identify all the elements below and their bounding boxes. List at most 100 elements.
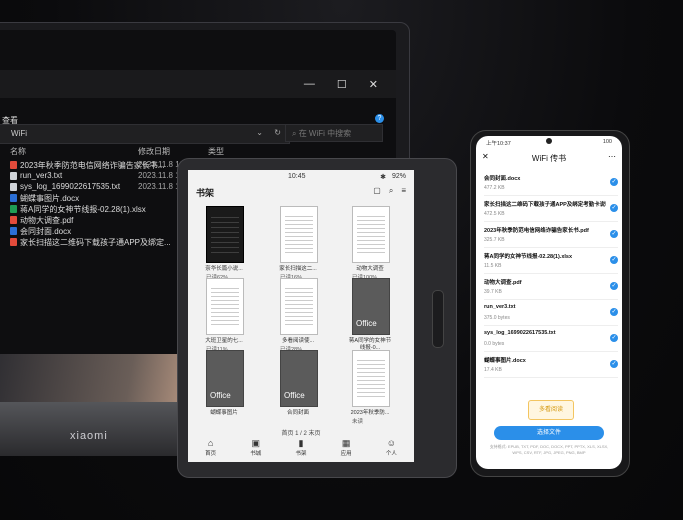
refresh-icon[interactable]: ↻: [274, 128, 281, 137]
check-icon: ✓: [610, 282, 618, 290]
window-controls: — ☐ ✕: [304, 78, 378, 91]
transfer-file-size: 477.2 KB: [484, 185, 505, 191]
nav-store[interactable]: ▣ 书城: [238, 438, 274, 462]
nav-label: 应用: [340, 451, 352, 457]
ereader-battery: 92%: [391, 173, 406, 180]
file-name: run_ver3.txt: [20, 171, 63, 180]
select-file-button[interactable]: 选择文件: [494, 426, 604, 440]
ereader-screen: 10:45 ✱ 92% 书架 ▢ ⌕ ≡ 奈华长篇小说...已读62% 家长扫描…: [188, 170, 414, 462]
book-cover: [280, 206, 318, 263]
transfer-item[interactable]: 动物大调查.pdf 39.7 KB ✓: [484, 276, 618, 300]
file-icon: [10, 161, 17, 169]
transfer-item[interactable]: 2023年秋季防范电信网络诈骗告家长书.pdf 325.7 KB ✓: [484, 224, 618, 248]
column-header-name[interactable]: 名称: [10, 146, 26, 157]
file-icon: [10, 227, 17, 235]
phone-title: WiFi 传书: [531, 154, 567, 163]
book-item[interactable]: Office 合同封面: [276, 350, 320, 440]
page-turn-button[interactable]: [432, 290, 444, 348]
camera-hole: [546, 138, 552, 144]
book-cover: [206, 278, 244, 335]
search-icon[interactable]: ⌕: [389, 186, 393, 196]
transfer-item[interactable]: 蝴蝶事图片.docx 17.4 KB ✓: [484, 354, 618, 378]
gift-icon[interactable]: ▢: [373, 186, 381, 196]
app-logo: 多看阅读: [528, 400, 574, 420]
ereader-time: 10:45: [288, 173, 306, 180]
search-placeholder: 在 WiFi 中搜索: [298, 129, 352, 138]
ereader-status-bar: 10:45 ✱ 92%: [188, 170, 414, 184]
maximize-button[interactable]: ☐: [337, 78, 347, 91]
nav-shelf[interactable]: ▮ 书架: [283, 438, 319, 462]
transfer-file-name: 会同封面.docx: [484, 176, 521, 182]
check-icon: ✓: [610, 360, 618, 368]
more-icon[interactable]: ⋯: [608, 152, 616, 161]
book-title: 蝴蝶事图片: [210, 410, 238, 416]
book-title: 奈华长篇小说...: [205, 266, 243, 272]
nav-home[interactable]: ⌂ 首页: [193, 438, 229, 462]
book-title: 大班卫星的七...: [205, 338, 243, 344]
shelf-pager[interactable]: 首页 1 / 2 末页: [188, 428, 414, 437]
transfer-item[interactable]: 家长扫描这二维码下载孩子通APP及绑定考勤卡说明... 472.5 KB ✓: [484, 198, 618, 222]
transfer-file-size: 325.7 KB: [484, 237, 505, 243]
check-icon: ✓: [610, 230, 618, 238]
shelf-toolbar: ▢ ⌕ ≡: [373, 186, 406, 196]
address-path: WiFi: [11, 129, 27, 138]
book-icon: ▮: [298, 438, 304, 448]
book-cover: Office: [206, 350, 244, 407]
transfer-file-name: 蒋A同学的女神节线报-02.28(1).xlsx: [484, 254, 573, 260]
search-icon: ⌕: [292, 129, 299, 138]
bluetooth-icon: ✱: [380, 174, 386, 181]
help-icon[interactable]: ?: [375, 114, 384, 123]
transfer-file-size: 0.0 bytes: [484, 341, 505, 347]
transfer-item[interactable]: 蒋A同学的女神节线报-02.28(1).xlsx 11.5 KB ✓: [484, 250, 618, 274]
minimize-button[interactable]: —: [304, 78, 315, 91]
home-icon: ⌂: [207, 438, 214, 448]
chevron-down-icon[interactable]: ⌄: [256, 128, 263, 137]
menu-icon[interactable]: ≡: [401, 186, 406, 196]
transfer-item[interactable]: 会同封面.docx 477.2 KB ✓: [484, 172, 618, 196]
file-icon: [10, 194, 17, 202]
transfer-item[interactable]: run_ver3.txt 375.0 bytes ✓: [484, 302, 618, 326]
book-item[interactable]: Office 蝴蝶事图片: [202, 350, 246, 440]
transfer-file-size: 17.4 KB: [484, 367, 502, 373]
book-title: 家长扫描这二...: [279, 266, 317, 272]
check-icon: ✓: [610, 308, 618, 316]
book-title: 合同封面: [286, 410, 309, 416]
book-item[interactable]: 2023年秋季防... 未读: [348, 350, 392, 440]
file-name: 蒋A同学的女神节线报-02.28(1).xlsx: [20, 205, 146, 214]
column-header-type[interactable]: 类型: [208, 146, 224, 157]
search-input[interactable]: ⌕ 在 WiFi 中搜索: [285, 124, 383, 142]
file-icon: [10, 183, 17, 191]
book-title: 多看阅读使...: [281, 338, 315, 344]
phone-time: 上午10:37: [486, 141, 511, 147]
file-icon: [10, 205, 17, 213]
nav-label: 首页: [205, 451, 217, 457]
book-cover: [352, 206, 390, 263]
phone-header: ✕ WiFi 传书 ⋯: [476, 150, 622, 166]
file-icon: [10, 172, 17, 180]
book-title: 2023年秋季防...: [350, 410, 390, 416]
transfer-item[interactable]: sys_log_1699022617535.txt 0.0 bytes ✓: [484, 328, 618, 352]
nav-label: 书城: [250, 451, 262, 457]
column-header-date[interactable]: 修改日期: [138, 146, 170, 157]
transfer-file-name: sys_log_1699022617535.txt: [484, 330, 556, 336]
book-cover: [280, 278, 318, 335]
laptop-brand-logo: xiaomi: [70, 430, 108, 442]
check-icon: ✓: [610, 178, 618, 186]
close-button[interactable]: ✕: [369, 78, 378, 91]
apps-icon: ▦: [341, 438, 351, 448]
phone-battery: 100: [602, 139, 612, 145]
transfer-file-name: 2023年秋季防范电信网络诈骗告家长书.pdf: [484, 228, 589, 234]
file-name: 动物大调查.pdf: [20, 216, 74, 225]
transfer-file-name: 家长扫描这二维码下载孩子通APP及绑定考勤卡说明...: [484, 202, 606, 208]
phone-status-bar: 上午10:37 100: [476, 136, 622, 148]
nav-profile[interactable]: ☺ 个人: [373, 438, 409, 462]
file-name: sys_log_1699022617535.txt: [20, 182, 121, 191]
office-label: Office: [210, 391, 231, 400]
book-title: 动物大调查: [356, 266, 384, 272]
file-name: 会同封面.docx: [20, 227, 72, 236]
file-icon: [10, 238, 17, 246]
address-bar[interactable]: WiFi ⌄ ↻: [0, 124, 290, 144]
nav-label: 个人: [385, 451, 397, 457]
ereader-bottom-nav: ⌂ 首页 ▣ 书城 ▮ 书架 ▦ 应用 ☺ 个人: [188, 438, 414, 462]
nav-apps[interactable]: ▦ 应用: [328, 438, 364, 462]
